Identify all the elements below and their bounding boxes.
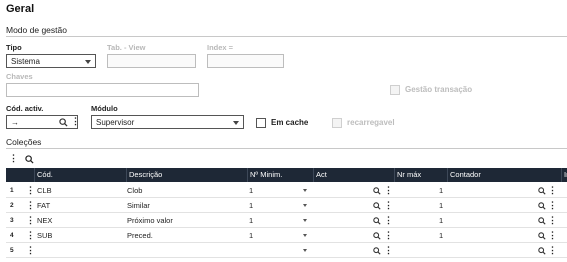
cell-nrmax[interactable]: 1	[439, 199, 443, 212]
index-label: Index =	[207, 43, 234, 52]
contador-kebab-icon[interactable]: ⋮	[548, 184, 557, 197]
gestao-transacao-label: Gestão transação	[405, 85, 473, 94]
cell-minim[interactable]: 1	[249, 214, 253, 227]
cell-minim[interactable]: 1	[249, 229, 253, 242]
tipo-label: Tipo	[6, 43, 22, 52]
colecoes-title: Coleções	[6, 137, 42, 147]
row-number: 1	[10, 187, 14, 194]
column-header-minim[interactable]: Nº Minim.	[247, 168, 313, 182]
gestao-transacao-checkbox[interactable]	[390, 85, 400, 95]
chevron-down-icon[interactable]	[303, 234, 307, 237]
act-kebab-icon[interactable]: ⋮	[384, 199, 393, 212]
modulo-select[interactable]: Supervisor	[91, 115, 244, 129]
act-kebab-icon[interactable]: ⋮	[384, 229, 393, 242]
act-kebab-icon[interactable]: ⋮	[384, 244, 393, 257]
cell-cod[interactable]: CLB	[37, 184, 52, 197]
kebab-icon[interactable]: ⋮	[71, 115, 80, 128]
em-cache-label: Em cache	[271, 118, 309, 127]
em-cache-checkbox[interactable]	[256, 118, 266, 128]
chevron-down-icon[interactable]	[303, 219, 307, 222]
chevron-down-icon[interactable]	[303, 204, 307, 207]
section-title: Geral	[6, 3, 35, 15]
table-row[interactable]: 3 ⋮ NEX Próximo valor 1 ⋮ 1 ⋮	[6, 214, 567, 228]
chaves-label: Chaves	[6, 72, 33, 81]
chevron-down-icon[interactable]	[303, 249, 307, 252]
act-search-icon[interactable]	[373, 231, 381, 244]
cell-descricao[interactable]: Similar	[127, 199, 150, 212]
cell-descricao[interactable]: Próximo valor	[127, 214, 173, 227]
cod-activ-field[interactable]: → ⋮	[6, 115, 80, 129]
table-row[interactable]: 2 ⋮ FAT Similar 1 ⋮ 1 ⋮	[6, 199, 567, 213]
tab-view-field[interactable]	[107, 54, 196, 68]
cell-cod[interactable]: SUB	[37, 229, 52, 242]
chevron-down-icon[interactable]	[303, 189, 307, 192]
cell-minim[interactable]: 1	[249, 184, 253, 197]
grid-header: Cód. Descrição Nº Minim. Act Nr máx Cont…	[6, 168, 567, 182]
act-search-icon[interactable]	[373, 201, 381, 214]
index-field[interactable]	[207, 54, 284, 68]
column-header-nrmax[interactable]: Nr máx	[394, 168, 447, 182]
contador-kebab-icon[interactable]: ⋮	[548, 214, 557, 227]
act-search-icon[interactable]	[373, 246, 381, 259]
contador-kebab-icon[interactable]: ⋮	[548, 229, 557, 242]
modulo-label: Módulo	[91, 104, 118, 113]
contador-kebab-icon[interactable]: ⋮	[548, 199, 557, 212]
row-kebab-icon[interactable]: ⋮	[26, 229, 35, 242]
cell-nrmax[interactable]: 1	[439, 229, 443, 242]
contador-search-icon[interactable]	[538, 231, 546, 244]
column-header-descricao[interactable]: Descrição	[126, 168, 247, 182]
row-number: 4	[10, 232, 14, 239]
chaves-field[interactable]	[6, 83, 199, 97]
grid-search-icon[interactable]	[25, 155, 34, 164]
row-kebab-icon[interactable]: ⋮	[26, 184, 35, 197]
cod-activ-value: →	[11, 118, 19, 127]
search-icon[interactable]	[59, 118, 68, 127]
row-number: 2	[10, 202, 14, 209]
act-search-icon[interactable]	[373, 186, 381, 199]
table-row[interactable]: 4 ⋮ SUB Preced. 1 ⋮ 1 ⋮	[6, 229, 567, 243]
cell-nrmax[interactable]: 1	[439, 184, 443, 197]
cell-cod[interactable]: FAT	[37, 199, 50, 212]
row-kebab-icon[interactable]: ⋮	[26, 214, 35, 227]
tipo-select-value: Sistema	[11, 57, 40, 66]
recarregavel-checkbox[interactable]	[332, 118, 342, 128]
contador-search-icon[interactable]	[538, 201, 546, 214]
tab-view-label: Tab. - View	[107, 43, 146, 52]
table-row[interactable]: 1 ⋮ CLB Clob 1 ⋮ 1 ⋮	[6, 184, 567, 198]
row-number: 3	[10, 217, 14, 224]
divider	[6, 148, 567, 149]
contador-kebab-icon[interactable]: ⋮	[548, 244, 557, 257]
contador-search-icon[interactable]	[538, 246, 546, 259]
modulo-select-value: Supervisor	[96, 118, 135, 127]
cell-descricao[interactable]: Clob	[127, 184, 142, 197]
table-row[interactable]: 5 ⋮ ⋮ ⋮	[6, 244, 567, 258]
row-kebab-icon[interactable]: ⋮	[26, 244, 35, 257]
tipo-select[interactable]: Sistema	[6, 54, 96, 68]
contador-search-icon[interactable]	[538, 216, 546, 229]
cell-descricao[interactable]: Preced.	[127, 229, 153, 242]
divider	[6, 36, 567, 37]
act-search-icon[interactable]	[373, 216, 381, 229]
grid-header-corner	[6, 168, 34, 182]
chevron-down-icon	[233, 121, 239, 125]
subsection-title: Modo de gestão	[6, 25, 67, 35]
cell-nrmax[interactable]: 1	[439, 214, 443, 227]
grid-menu-kebab-icon[interactable]: ⋮	[9, 152, 18, 165]
column-header-contador[interactable]: Contador	[447, 168, 561, 182]
row-number: 5	[10, 247, 14, 254]
column-header-in[interactable]: In	[561, 168, 567, 182]
column-header-cod[interactable]: Cód.	[34, 168, 126, 182]
recarregavel-label: recarregavel	[347, 118, 395, 127]
cod-activ-label: Cód. activ.	[6, 104, 44, 113]
contador-search-icon[interactable]	[538, 186, 546, 199]
column-header-act[interactable]: Act	[313, 168, 394, 182]
cell-minim[interactable]: 1	[249, 199, 253, 212]
act-kebab-icon[interactable]: ⋮	[384, 184, 393, 197]
act-kebab-icon[interactable]: ⋮	[384, 214, 393, 227]
row-kebab-icon[interactable]: ⋮	[26, 199, 35, 212]
cell-cod[interactable]: NEX	[37, 214, 52, 227]
chevron-down-icon	[85, 60, 91, 64]
